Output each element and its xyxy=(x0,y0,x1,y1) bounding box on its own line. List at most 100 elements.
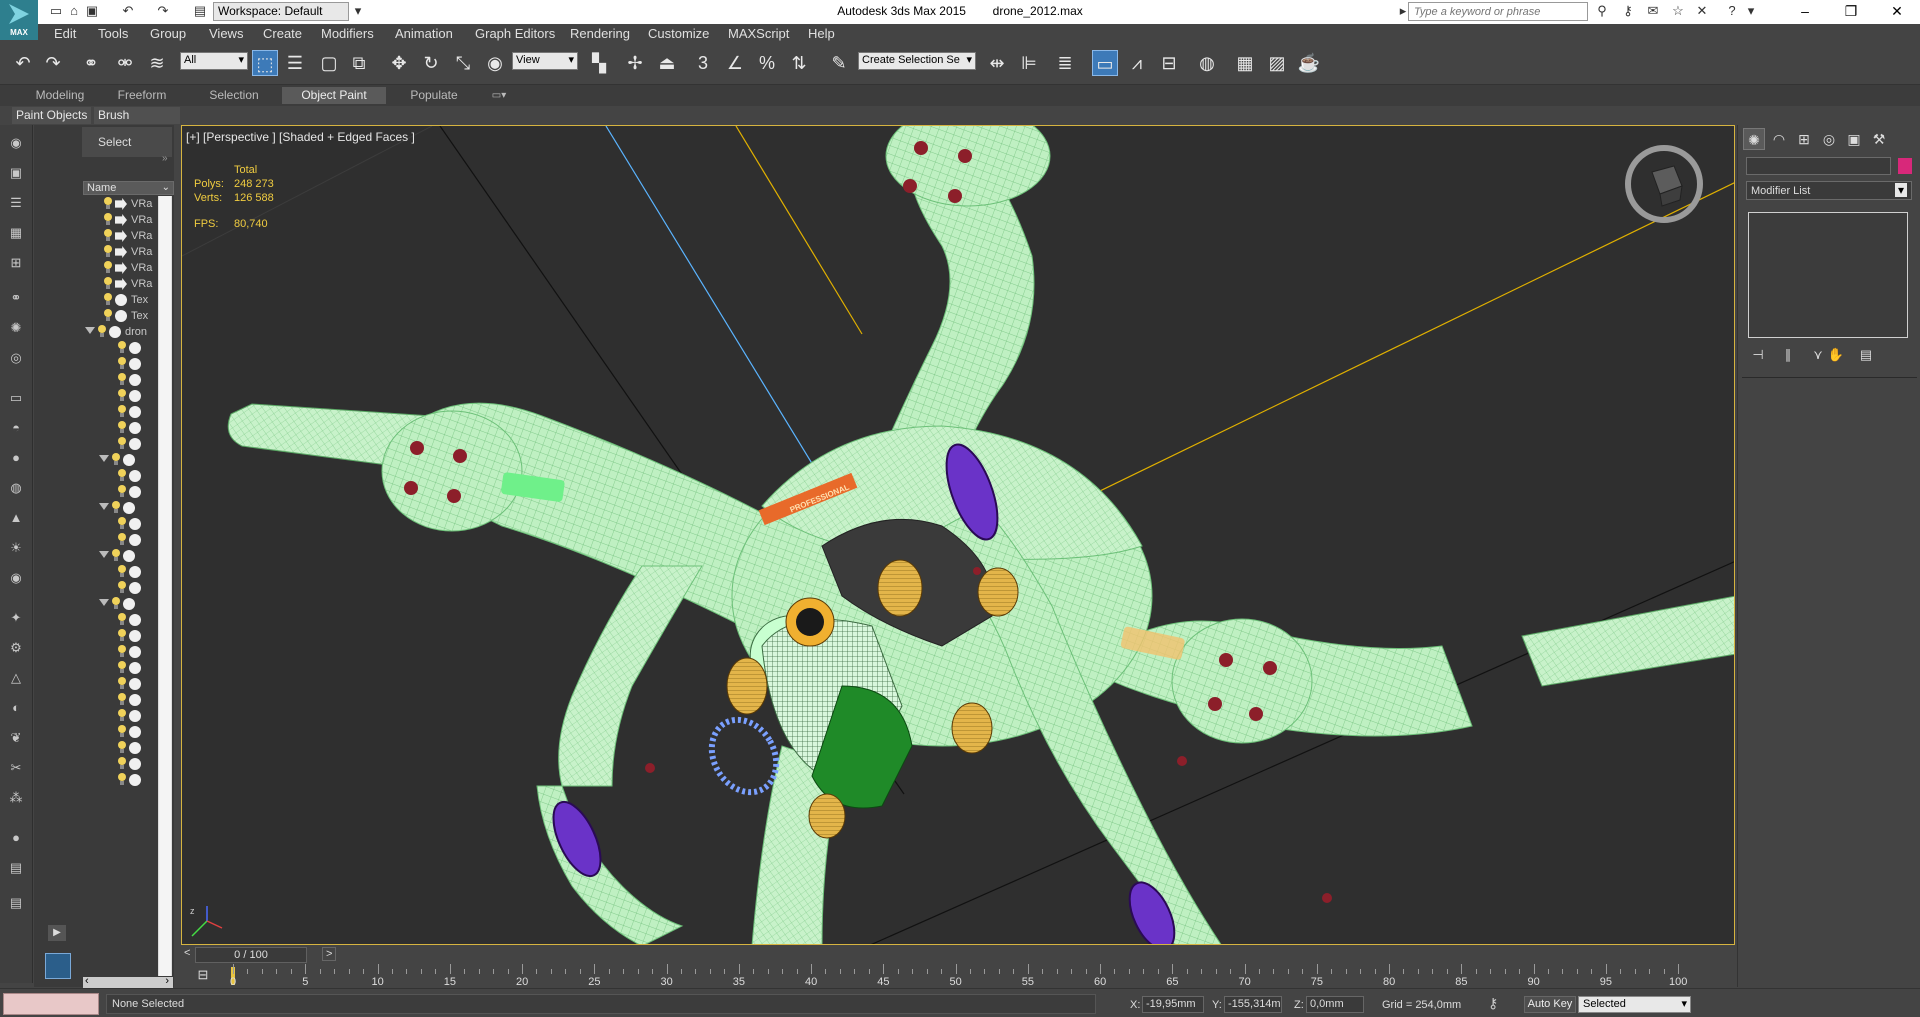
show-end-result-icon[interactable]: ∥ xyxy=(1778,345,1798,365)
scene-child-row[interactable] xyxy=(83,612,157,628)
scene-child-row[interactable] xyxy=(83,596,157,612)
create-tab-icon[interactable]: ✺ xyxy=(1743,128,1765,150)
display-tab-icon[interactable]: ▣ xyxy=(1843,128,1865,150)
visibility-bulb-icon[interactable] xyxy=(117,629,127,642)
scene-child-row[interactable] xyxy=(83,484,157,500)
light-icon[interactable]: ✺ xyxy=(7,320,25,336)
cone-icon[interactable]: ▲ xyxy=(7,510,25,526)
globe-icon[interactable]: ◐ xyxy=(7,700,25,716)
explorer-header[interactable]: Select xyxy=(82,127,172,157)
collapse-icon[interactable]: ▤ xyxy=(7,895,25,911)
scene-child-row[interactable] xyxy=(83,708,157,724)
shape-icon[interactable]: △ xyxy=(7,670,25,686)
time-slider-handle[interactable]: 0 / 100 xyxy=(195,947,307,963)
visibility-bulb-icon[interactable] xyxy=(103,277,113,290)
visibility-bulb-icon[interactable] xyxy=(117,677,127,690)
expand-arrow-icon[interactable] xyxy=(99,503,109,510)
visibility-bulb-icon[interactable] xyxy=(117,581,127,594)
scene-child-row[interactable] xyxy=(83,516,157,532)
scene-child-row[interactable] xyxy=(83,676,157,692)
expand-arrow-icon[interactable] xyxy=(85,327,95,334)
visibility-bulb-icon[interactable] xyxy=(111,549,121,562)
expand-arrow-icon[interactable] xyxy=(99,455,109,462)
ribbon-tab-selection[interactable]: Selection xyxy=(196,87,272,104)
menu-customize[interactable]: Customize xyxy=(648,26,709,41)
visibility-bulb-icon[interactable] xyxy=(103,229,113,242)
save-file-icon[interactable]: ▣ xyxy=(84,3,100,19)
visibility-bulb-icon[interactable] xyxy=(117,533,127,546)
material-editor-icon[interactable]: ◍ xyxy=(1194,50,1220,76)
rendered-frame-window-icon[interactable]: ▨ xyxy=(1264,50,1290,76)
selection-filter-dropdown[interactable]: All xyxy=(180,52,248,70)
torus-icon[interactable]: ◍ xyxy=(7,480,25,496)
rectangular-selection-icon[interactable]: ▢ xyxy=(316,50,342,76)
scroll-left-icon[interactable]: ‹ xyxy=(85,975,89,987)
angle-snap-icon[interactable]: ∠ xyxy=(722,50,748,76)
visibility-bulb-icon[interactable] xyxy=(117,645,127,658)
modifier-stack[interactable] xyxy=(1748,212,1908,338)
object-color-swatch[interactable] xyxy=(1898,158,1912,174)
bind-space-warp-icon[interactable]: ≋ xyxy=(144,50,170,76)
select-object-icon[interactable]: ⬚ xyxy=(252,50,278,76)
visibility-bulb-icon[interactable] xyxy=(117,405,127,418)
scene-child-row[interactable] xyxy=(83,388,157,404)
menu-tools[interactable]: Tools xyxy=(98,26,128,41)
ribbon-tab-modeling[interactable]: Modeling xyxy=(22,87,98,104)
scene-child-row[interactable] xyxy=(83,548,157,564)
scene-child-row[interactable] xyxy=(83,340,157,356)
visibility-bulb-icon[interactable] xyxy=(97,325,107,338)
render-production-icon[interactable]: ☕ xyxy=(1296,50,1322,76)
scene-child-row[interactable] xyxy=(83,564,157,580)
eye-icon[interactable]: ◉ xyxy=(7,135,25,151)
tools-key-icon[interactable]: ⚷ xyxy=(1620,3,1636,19)
track-bar[interactable]: ⊟ 0 5 10 15 20 25 30 35 40 45 50 55 60 65 70 75 80 85 90 95… xyxy=(181,964,1735,988)
object-name-field[interactable] xyxy=(1746,157,1891,175)
undo-icon[interactable]: ↶ xyxy=(120,3,136,19)
helper-icon[interactable]: ✦ xyxy=(7,610,25,626)
visibility-bulb-icon[interactable] xyxy=(117,357,127,370)
binoculars-icon[interactable]: ⚲ xyxy=(1594,3,1610,19)
viewport-label-menu[interactable]: [+] [Perspective ] [Shaded + Edged Faces… xyxy=(186,130,415,144)
app-menu-logo[interactable]: MAX xyxy=(0,0,38,40)
column-header-name[interactable]: Name ⌄ xyxy=(83,181,174,195)
scene-child-row[interactable] xyxy=(83,468,157,484)
scene-row[interactable]: VRa xyxy=(83,244,157,260)
workspace-selector[interactable]: Workspace: Default xyxy=(213,2,349,21)
explorer-scrollbar[interactable] xyxy=(158,196,172,976)
menu-help[interactable]: Help xyxy=(808,26,835,41)
visibility-bulb-icon[interactable] xyxy=(103,197,113,210)
minimize-button[interactable]: – xyxy=(1782,0,1828,24)
menu-group[interactable]: Group xyxy=(150,26,186,41)
menu-edit[interactable]: Edit xyxy=(54,26,76,41)
ribbon-tab-freeform[interactable]: Freeform xyxy=(104,87,180,104)
curve-editor-icon[interactable]: ⩘ xyxy=(1124,50,1150,76)
select-and-link-icon[interactable]: ⚭ xyxy=(78,50,104,76)
y-coord-field[interactable]: -155,314m xyxy=(1224,996,1282,1013)
scene-row[interactable]: VRa xyxy=(83,212,157,228)
particle-icon[interactable]: ⁂ xyxy=(7,790,25,806)
maxscript-listener[interactable] xyxy=(3,993,99,1015)
scrollbar-thumb[interactable] xyxy=(159,196,171,976)
place-icon[interactable]: ◉ xyxy=(482,50,508,76)
expand-arrow-icon[interactable] xyxy=(99,551,109,558)
visibility-bulb-icon[interactable] xyxy=(117,741,127,754)
menu-graph-editors[interactable]: Graph Editors xyxy=(475,26,555,41)
explorer-expand-icon[interactable]: » xyxy=(162,153,168,164)
undo-icon[interactable]: ↶ xyxy=(10,50,36,76)
z-coord-field[interactable]: 0,0mm xyxy=(1306,996,1364,1013)
scene-row[interactable]: VRa xyxy=(83,196,157,212)
camera-icon[interactable]: ◎ xyxy=(7,350,25,366)
scene-child-row[interactable] xyxy=(83,500,157,516)
toggle-ribbon-icon[interactable]: ▭ xyxy=(1092,50,1118,76)
scene-row[interactable]: Tex xyxy=(83,292,157,308)
link-icon[interactable]: ⚭ xyxy=(7,290,25,306)
visibility-bulb-icon[interactable] xyxy=(117,613,127,626)
list-icon[interactable]: ☰ xyxy=(7,195,25,211)
scene-child-row[interactable] xyxy=(83,372,157,388)
menu-maxscript[interactable]: MAXScript xyxy=(728,26,789,41)
visibility-bulb-icon[interactable] xyxy=(117,709,127,722)
snaps-toggle-icon[interactable]: 3 xyxy=(690,50,716,76)
sun-icon[interactable]: ☀ xyxy=(7,540,25,556)
scene-child-row[interactable] xyxy=(83,724,157,740)
pin-stack-icon[interactable]: ⊣ xyxy=(1748,345,1768,365)
